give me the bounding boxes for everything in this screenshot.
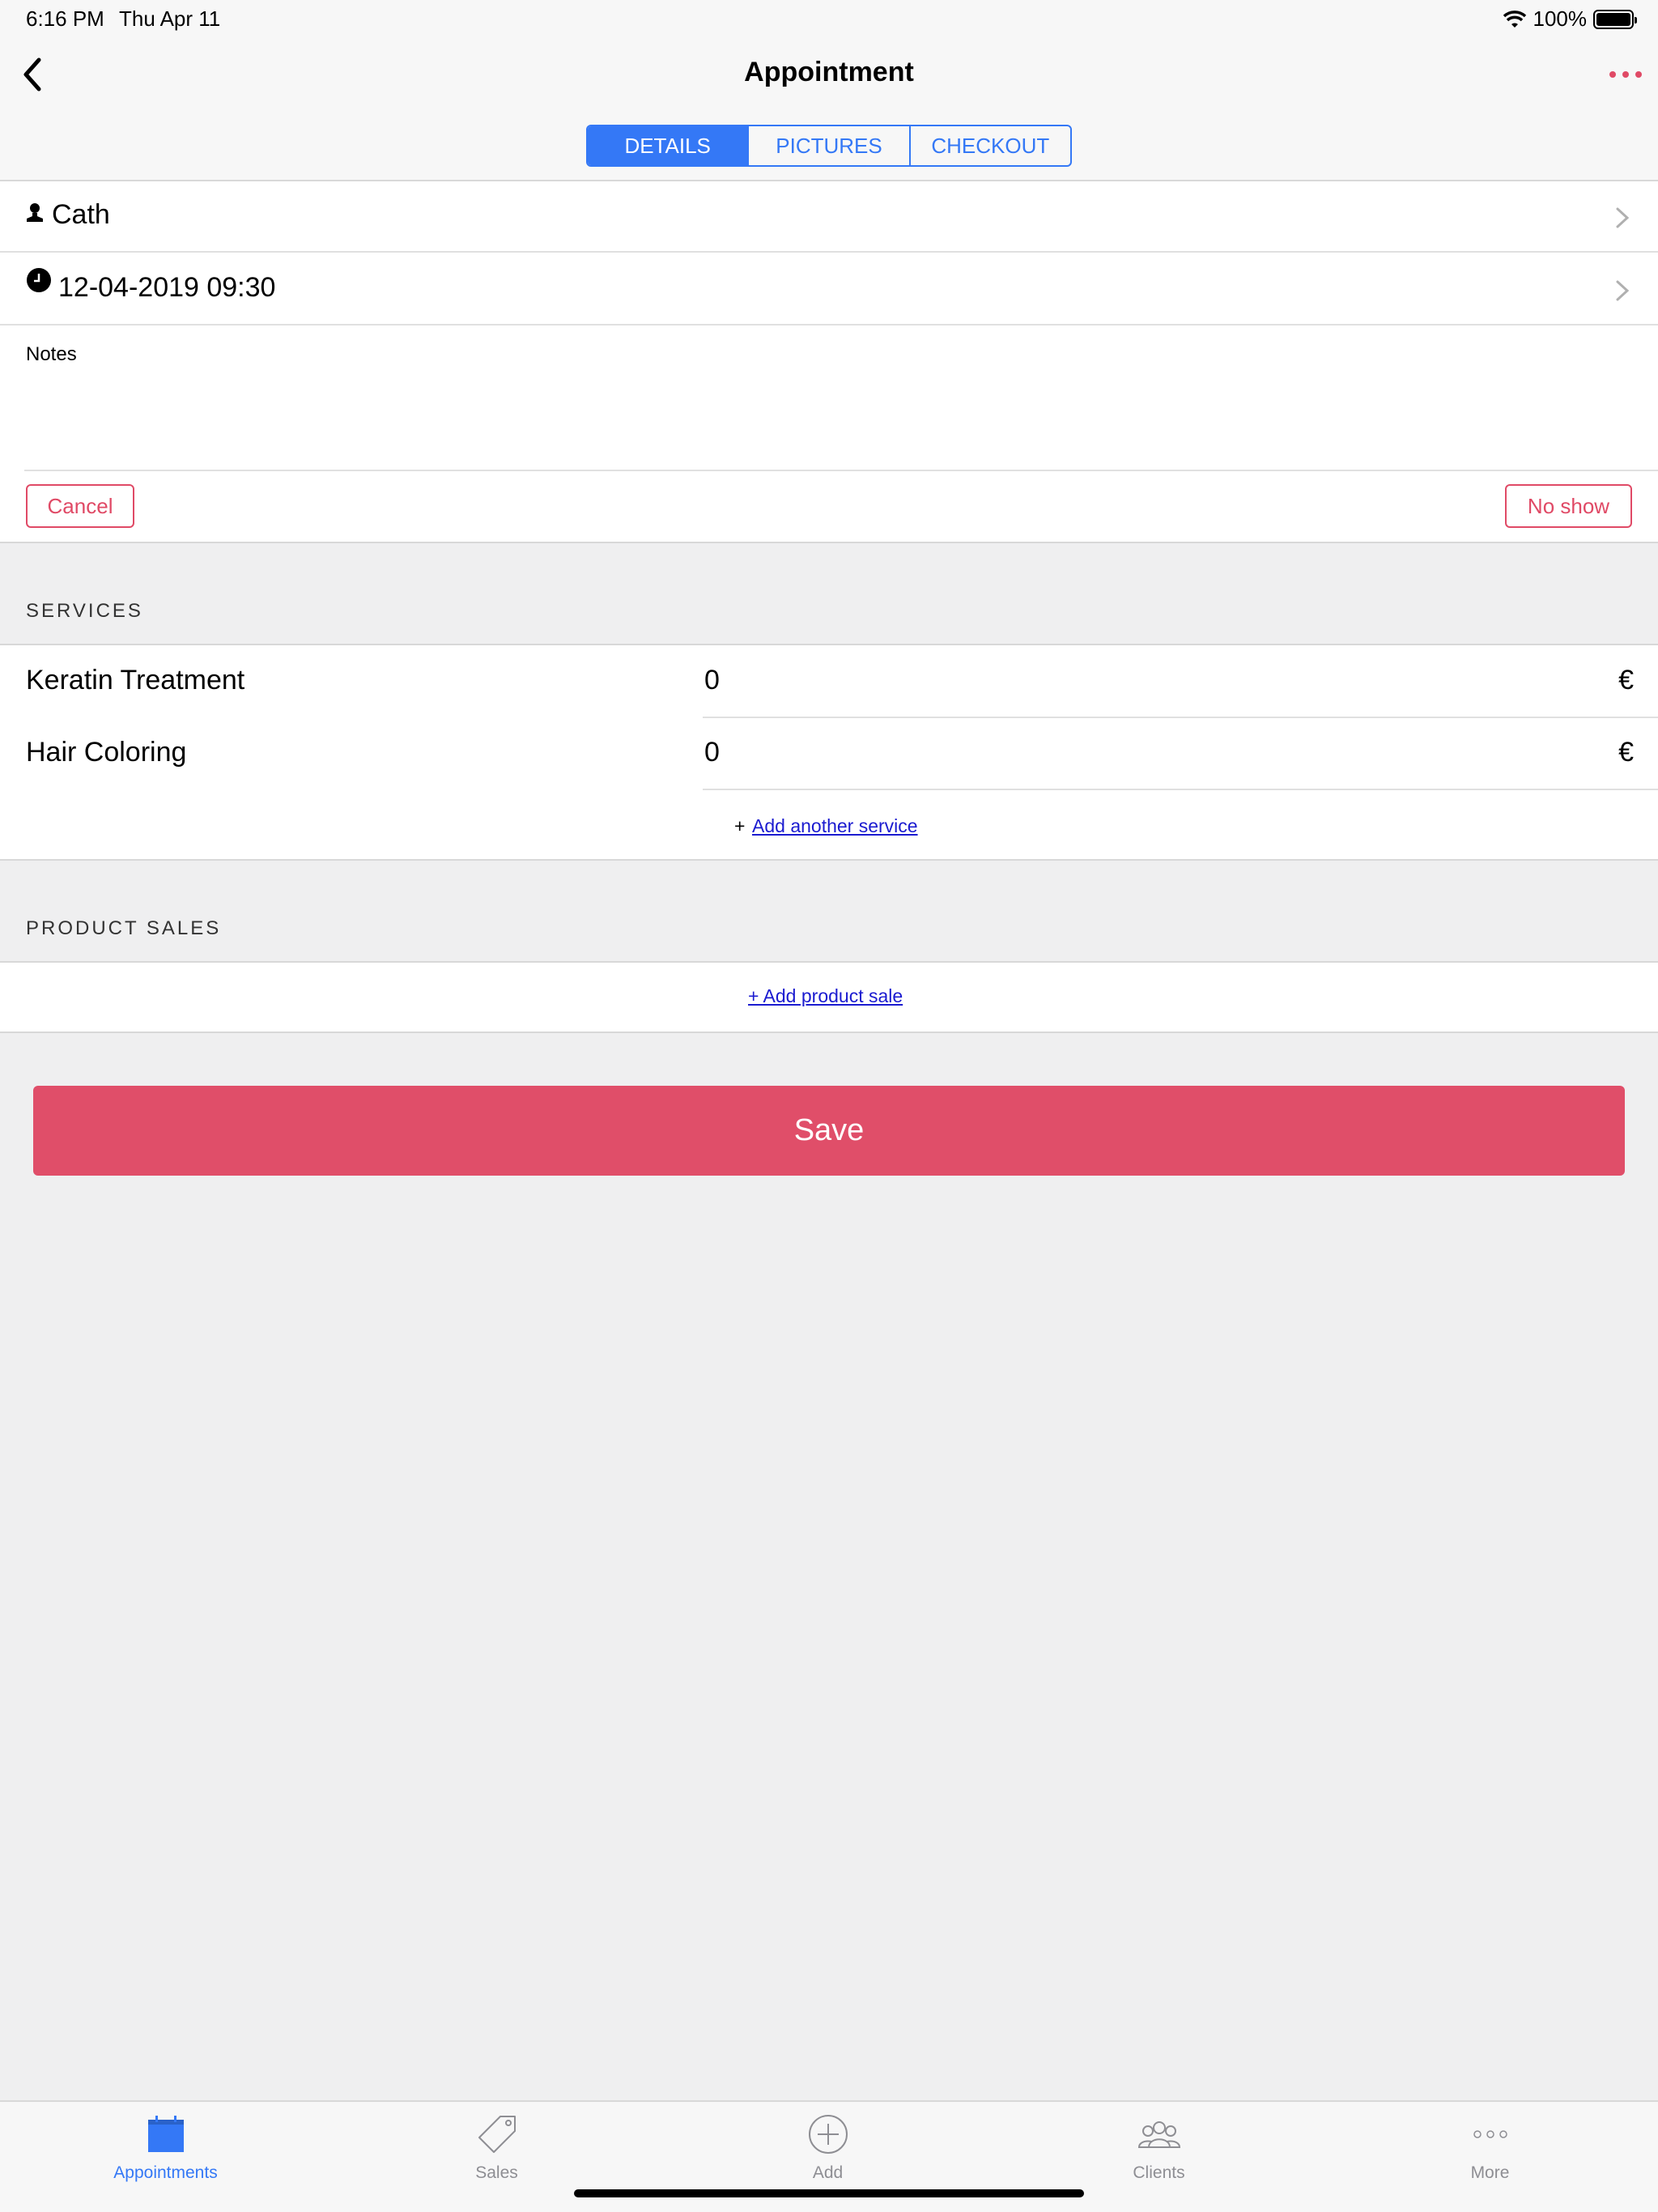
tabbar-item-appointments[interactable]: Appointments [0, 2102, 331, 2207]
segment-bar: DETAILS PICTURES CHECKOUT [0, 110, 1658, 181]
people-icon [1137, 2121, 1180, 2148]
divider [703, 789, 1658, 790]
client-name: Cath [52, 199, 110, 230]
services-list: Keratin Treatment 0 € Hair Coloring 0 € … [0, 644, 1658, 861]
appointment-datetime: 12-04-2019 09:30 [58, 272, 276, 303]
status-bar: 6:16 PM Thu Apr 11 100% [0, 0, 1658, 39]
currency-symbol: € [1618, 665, 1634, 696]
add-service-plus: + [734, 815, 746, 836]
divider [24, 470, 1658, 471]
status-indicators: 100% [1503, 6, 1637, 32]
status-date: Thu Apr 11 [119, 6, 221, 31]
tabbar-label: More [1470, 2163, 1510, 2182]
calendar-icon [147, 2116, 184, 2152]
battery-percent: 100% [1533, 6, 1588, 31]
no-show-button[interactable]: No show [1505, 484, 1632, 528]
service-row: Hair Coloring 0 € [0, 717, 1658, 789]
page-title: Appointment [744, 57, 914, 87]
tab-pictures[interactable]: PICTURES [749, 126, 911, 165]
tabbar-label: Add [812, 2163, 844, 2182]
product-sales-list: + Add product sale [0, 961, 1658, 1033]
appointment-details: Cath 12-04-2019 09:30 Notes Cancel No sh… [0, 181, 1658, 543]
person-icon [27, 203, 43, 222]
product-sales-header: PRODUCT SALES [26, 917, 222, 939]
wifi-icon [1503, 10, 1526, 28]
datetime-row[interactable]: 12-04-2019 09:30 [0, 254, 1658, 325]
plus-circle-icon [808, 2115, 848, 2154]
ellipsis-icon [1473, 2130, 1507, 2138]
chevron-right-icon [1616, 280, 1630, 301]
add-service-link[interactable]: Add another service [752, 815, 918, 837]
add-product-sale-link[interactable]: + Add product sale [748, 985, 903, 1007]
service-price-value: 0 [704, 737, 720, 768]
service-row: Keratin Treatment 0 € [0, 645, 1658, 717]
notes-field[interactable]: Notes [26, 343, 77, 366]
service-price-value: 0 [704, 665, 720, 696]
client-row[interactable]: Cath [0, 181, 1658, 253]
service-name: Hair Coloring [26, 737, 187, 768]
chevron-right-icon [1616, 207, 1630, 228]
service-price-field[interactable]: 0 € [704, 645, 1658, 717]
tabbar-label: Appointments [113, 2163, 218, 2182]
clock-icon [27, 268, 51, 292]
status-time: 6:16 PM [26, 6, 104, 31]
cancel-button[interactable]: Cancel [26, 484, 134, 528]
tabbar-label: Sales [475, 2163, 518, 2182]
battery-icon [1593, 9, 1637, 29]
tab-checkout[interactable]: CHECKOUT [911, 126, 1070, 165]
nav-bar: Appointment [0, 39, 1658, 110]
home-indicator[interactable] [574, 2189, 1084, 2197]
tabbar-label: Clients [1133, 2163, 1185, 2182]
services-header: SERVICES [26, 600, 143, 622]
more-options-button[interactable] [1601, 58, 1650, 91]
save-button[interactable]: Save [33, 1086, 1625, 1176]
service-name: Keratin Treatment [26, 665, 245, 696]
ellipsis-icon [1609, 71, 1616, 78]
currency-symbol: € [1618, 737, 1634, 768]
tabbar-item-more[interactable]: More [1324, 2102, 1656, 2207]
tag-icon [478, 2116, 516, 2153]
tab-details[interactable]: DETAILS [588, 126, 750, 165]
service-price-field[interactable]: 0 € [704, 717, 1658, 789]
segmented-control: DETAILS PICTURES CHECKOUT [586, 125, 1072, 167]
